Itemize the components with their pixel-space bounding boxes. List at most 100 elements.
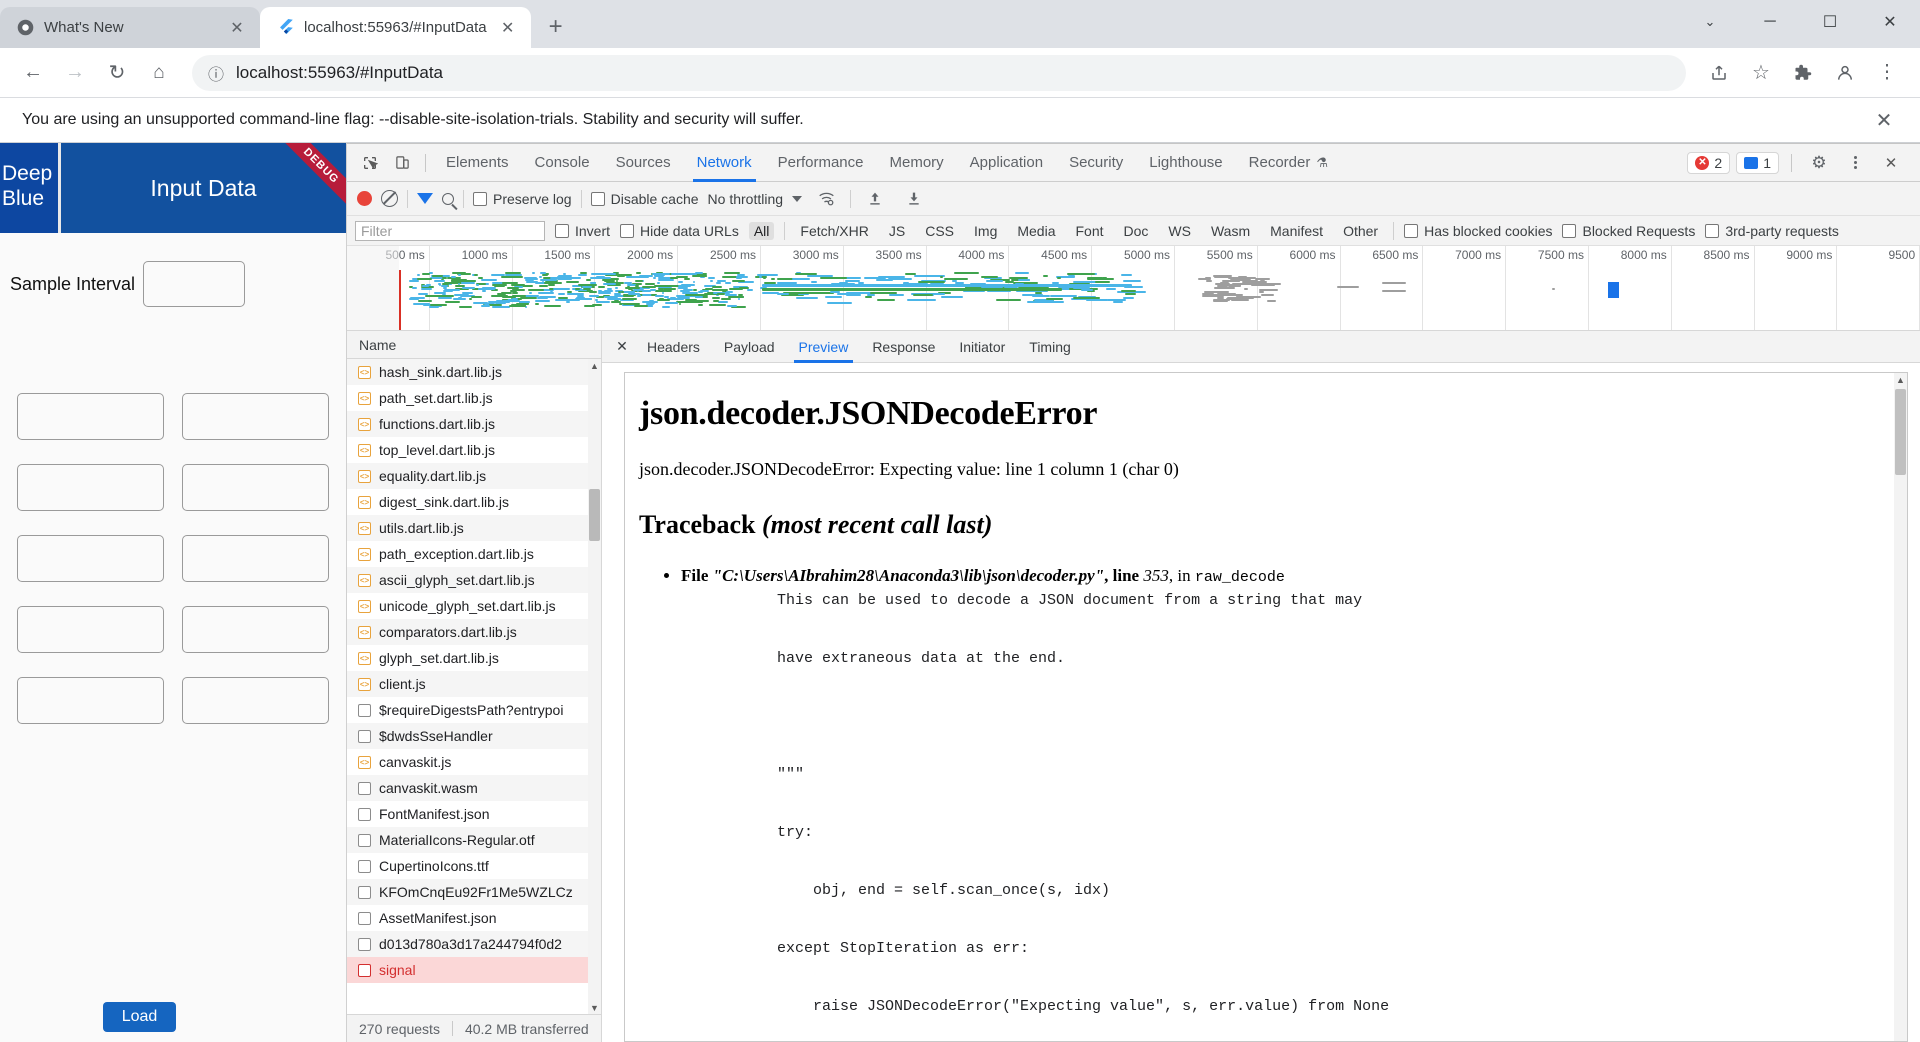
export-har-icon[interactable] <box>899 185 929 213</box>
request-row[interactable]: <> path_exception.dart.lib.js <box>347 541 601 567</box>
tab-elements[interactable]: Elements <box>434 144 521 182</box>
record-button[interactable] <box>357 191 372 206</box>
data-field[interactable] <box>182 464 329 511</box>
filter-type-manifest[interactable]: Manifest <box>1265 222 1328 240</box>
request-row[interactable]: AssetManifest.json <box>347 905 601 931</box>
reload-icon[interactable]: ↻ <box>98 54 136 92</box>
has-blocked-cookies-checkbox[interactable]: Has blocked cookies <box>1404 223 1552 239</box>
network-conditions-icon[interactable] <box>811 185 841 213</box>
disable-cache-checkbox[interactable]: Disable cache <box>590 191 699 207</box>
tab-recorder[interactable]: Recorder ⚗ <box>1237 144 1340 182</box>
data-field[interactable] <box>17 464 164 511</box>
checkbox[interactable] <box>1562 223 1577 238</box>
detail-close-icon[interactable]: ✕ <box>610 335 634 359</box>
data-field[interactable] <box>17 535 164 582</box>
filter-type-fetch-xhr[interactable]: Fetch/XHR <box>795 222 873 240</box>
data-field[interactable] <box>182 535 329 582</box>
detail-tab-timing[interactable]: Timing <box>1018 331 1082 363</box>
data-field[interactable] <box>17 606 164 653</box>
scroll-up-arrow[interactable]: ▲ <box>1894 373 1907 387</box>
search-icon[interactable] <box>442 192 454 205</box>
forward-icon[interactable]: → <box>56 54 94 92</box>
detail-tab-preview[interactable]: Preview <box>788 331 860 363</box>
detail-tab-initiator[interactable]: Initiator <box>948 331 1016 363</box>
message-count-badge[interactable]: 1 <box>1736 151 1779 174</box>
filter-type-img[interactable]: Img <box>969 222 1002 240</box>
page-info-icon[interactable]: ⓘ <box>208 61 224 85</box>
detail-tab-payload[interactable]: Payload <box>713 331 786 363</box>
tab-security[interactable]: Security <box>1057 144 1135 182</box>
data-field[interactable] <box>182 677 329 724</box>
request-row[interactable]: <> canvaskit.js <box>347 749 601 775</box>
checkbox[interactable] <box>1404 223 1419 238</box>
close-icon[interactable]: ✕ <box>497 17 519 39</box>
request-row[interactable]: MaterialIcons-Regular.otf <box>347 827 601 853</box>
request-list-header[interactable]: Name <box>347 331 601 359</box>
browser-menu-icon[interactable]: ⋮ <box>1868 54 1906 92</box>
infobar-close-icon[interactable]: ✕ <box>1870 108 1898 133</box>
scroll-down-arrow[interactable]: ▼ <box>588 1001 601 1014</box>
filter-type-ws[interactable]: WS <box>1163 222 1196 240</box>
inspect-element-icon[interactable] <box>355 149 385 177</box>
hide-data-urls-checkbox[interactable]: Hide data URLs <box>620 223 739 239</box>
filter-type-js[interactable]: JS <box>884 222 910 240</box>
filter-type-wasm[interactable]: Wasm <box>1206 222 1255 240</box>
avatar[interactable] <box>1826 54 1864 92</box>
filter-input[interactable]: Filter <box>355 220 545 241</box>
tab-search-icon[interactable]: ⌄ <box>1680 0 1740 44</box>
tab-console[interactable]: Console <box>523 144 602 182</box>
back-icon[interactable]: ← <box>14 54 52 92</box>
filter-type-media[interactable]: Media <box>1012 222 1060 240</box>
filter-type-all[interactable]: All <box>748 221 775 240</box>
device-toolbar-icon[interactable] <box>387 149 417 177</box>
address-bar[interactable]: ⓘ localhost:55963/#InputData <box>192 54 1686 91</box>
chevron-down-icon[interactable] <box>792 195 803 202</box>
filter-type-other[interactable]: Other <box>1338 222 1383 240</box>
kebab-icon[interactable] <box>1840 149 1870 177</box>
tab-sources[interactable]: Sources <box>604 144 683 182</box>
request-row[interactable]: canvaskit.wasm <box>347 775 601 801</box>
request-row[interactable]: <> equality.dart.lib.js <box>347 463 601 489</box>
request-row[interactable]: <> path_set.dart.lib.js <box>347 385 601 411</box>
checkbox[interactable] <box>555 223 569 238</box>
filter-type-css[interactable]: CSS <box>920 222 959 240</box>
tab-memory[interactable]: Memory <box>878 144 956 182</box>
load-button[interactable]: Load <box>103 1002 176 1032</box>
network-overview[interactable]: 500 ms 1000 ms 1500 ms 2000 ms 2500 ms 3000 m… <box>347 246 1920 331</box>
browser-tab-localhost[interactable]: localhost:55963/#InputData ✕ <box>260 7 531 48</box>
third-party-requests-checkbox[interactable]: 3rd-party requests <box>1705 223 1839 239</box>
share-icon[interactable] <box>1700 54 1738 92</box>
request-row[interactable]: $dwdsSseHandler <box>347 723 601 749</box>
request-row[interactable]: d013d780a3d17a244794f0d2 <box>347 931 601 957</box>
error-count-badge[interactable]: ✕ 2 <box>1687 151 1731 174</box>
maximize-button[interactable]: ☐ <box>1800 0 1860 44</box>
checkbox[interactable] <box>1705 223 1720 238</box>
request-row[interactable]: FontManifest.json <box>347 801 601 827</box>
filter-type-doc[interactable]: Doc <box>1119 222 1154 240</box>
request-row[interactable]: <> client.js <box>347 671 601 697</box>
preserve-log-checkbox[interactable]: Preserve log <box>473 191 572 207</box>
checkbox[interactable] <box>620 223 635 238</box>
close-icon[interactable]: ✕ <box>226 17 248 39</box>
request-row[interactable]: <> utils.dart.lib.js <box>347 515 601 541</box>
request-list-scrollbar[interactable]: ▲ ▼ <box>588 359 601 1014</box>
request-row[interactable]: KFOmCnqEu92Fr1Me5WZLCz <box>347 879 601 905</box>
request-row[interactable]: <> glyph_set.dart.lib.js <box>347 645 601 671</box>
funnel-icon[interactable] <box>417 193 433 204</box>
sample-interval-input[interactable] <box>143 261 246 307</box>
request-row[interactable]: <> ascii_glyph_set.dart.lib.js <box>347 567 601 593</box>
request-row[interactable]: $requireDigestsPath?entrypoi <box>347 697 601 723</box>
scroll-up-arrow[interactable]: ▲ <box>588 359 601 372</box>
extensions-puzzle-icon[interactable] <box>1784 54 1822 92</box>
invert-checkbox[interactable]: Invert <box>555 223 610 239</box>
request-row[interactable]: <> top_level.dart.lib.js <box>347 437 601 463</box>
bookmark-star-icon[interactable]: ☆ <box>1742 54 1780 92</box>
checkbox[interactable] <box>590 191 605 206</box>
preview-scrollbar[interactable]: ▲ <box>1894 373 1907 1041</box>
new-tab-button[interactable]: + <box>539 10 573 44</box>
request-row[interactable]: <> hash_sink.dart.lib.js <box>347 359 601 385</box>
detail-tab-response[interactable]: Response <box>861 331 946 363</box>
home-icon[interactable]: ⌂ <box>140 54 178 92</box>
devtools-close-icon[interactable]: ✕ <box>1876 149 1906 177</box>
checkbox[interactable] <box>473 191 487 206</box>
